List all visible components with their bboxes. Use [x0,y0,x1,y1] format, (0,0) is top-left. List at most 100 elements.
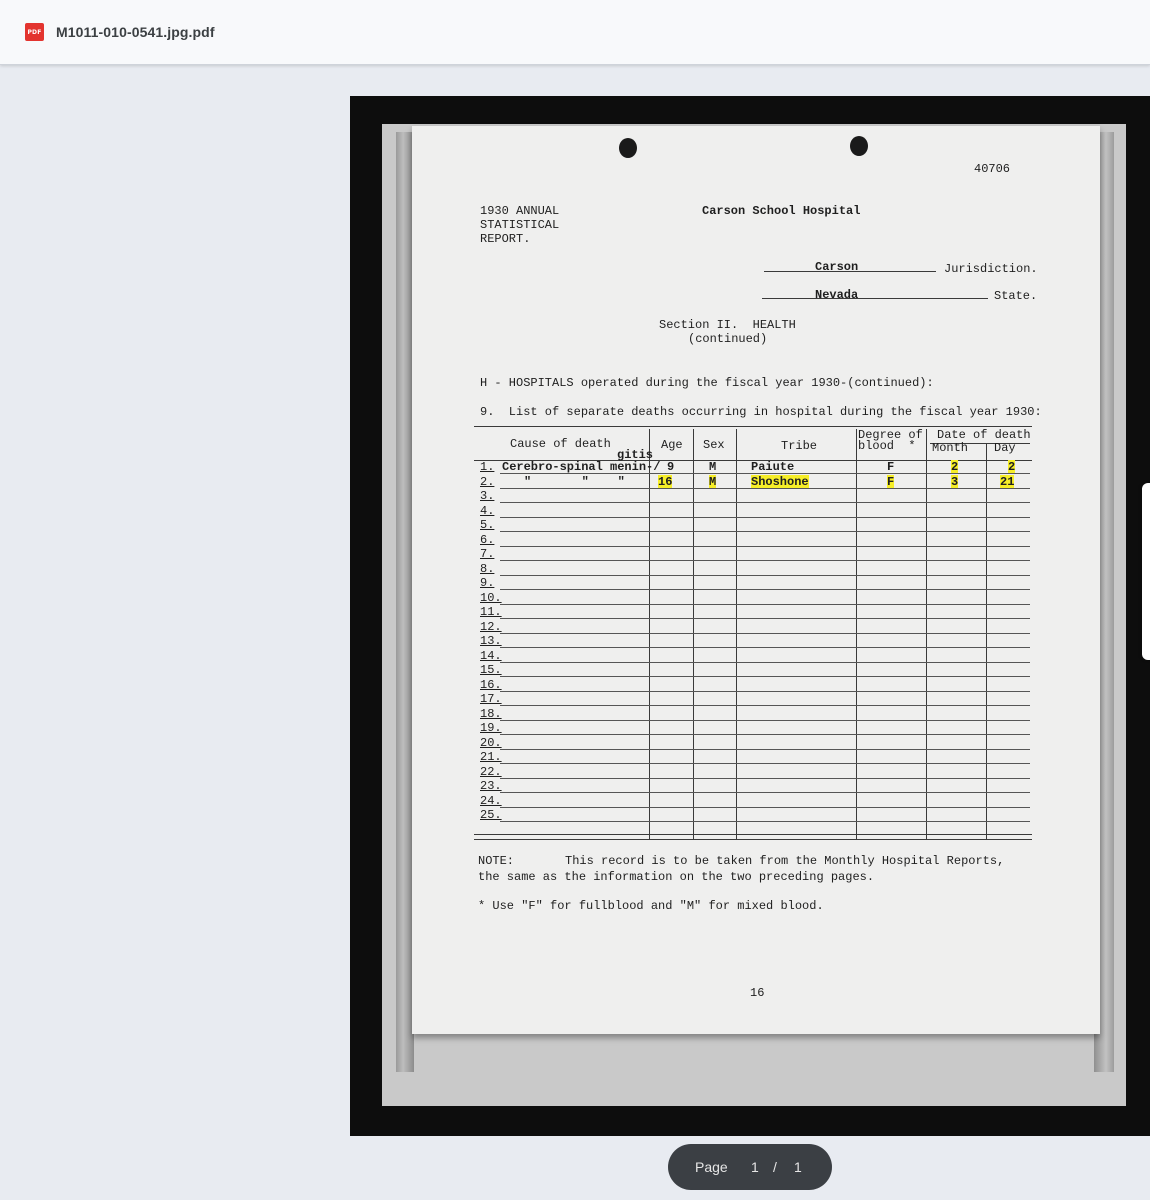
row-number: 19. [480,721,502,735]
row-rule [500,531,1030,532]
row-number: 21. [480,750,502,764]
row-rule [500,719,1030,721]
row-number: 17. [480,692,502,706]
row-rule [500,603,1030,605]
header-cause: Cause of death [510,437,611,451]
page-separator: / [773,1159,777,1175]
row-number: 4. [480,503,495,518]
header-tribe: Tribe [781,439,818,453]
header-sex: Sex [703,438,725,452]
note-text: This record is to be taken from the Mont… [565,854,1005,868]
row-rule [500,763,1030,764]
viewer-toolbar: PDF M1011-010-0541.jpg.pdf [0,0,1150,65]
table-bottom-rule [474,839,1032,840]
row-rule [500,618,1030,619]
jurisdiction-value: Carson [815,260,859,274]
row-rule [500,647,1030,648]
punch-hole [619,138,637,158]
total-pages: 1 [794,1159,802,1175]
row-number: 20. [480,735,502,750]
day-cell: 2 [1008,460,1016,474]
document-number: 40706 [974,162,1011,176]
row-rule [500,676,1030,677]
sex-cell: M [709,475,717,489]
section-subheading: (continued) [688,332,768,346]
jurisdiction-label: Jurisdiction. [944,262,1038,276]
side-panel-tab[interactable] [1142,483,1150,660]
table-top-rule [474,426,1032,427]
document-page-image: 40706 1930 ANNUAL STATISTICAL REPORT. Ca… [350,96,1150,1136]
day-cell: 21 [1000,475,1015,489]
row-rule [500,589,1030,590]
row-rule [500,560,1030,561]
row-number: 9. [480,576,495,590]
report-title-line: STATISTICAL [480,218,560,232]
header-age: Age [661,438,683,452]
row-rule [500,748,1030,750]
month-cell: 3 [951,475,959,489]
tribe-cell: Shoshone [751,475,809,489]
row-rule [500,632,1030,634]
report-title-line: REPORT. [480,232,531,246]
row-rule [500,690,1030,692]
row-number: 3. [480,489,495,503]
row-number: 25. [480,808,502,822]
header-month: Month [932,441,969,455]
page-number: 16 [750,986,765,1000]
deaths-list-heading: 9. List of separate deaths occurring in … [480,405,1042,419]
column-divider [986,444,987,839]
file-name-title: M1011-010-0541.jpg.pdf [56,24,215,40]
header-date: Date of death [937,428,1031,442]
row-rule [500,821,1030,822]
row-number: 10. [480,590,502,605]
row-number: 13. [480,634,502,648]
row-number: 11. [480,605,502,619]
row-number: 22. [480,764,502,779]
row-rule [500,516,1030,518]
age-cell: 16 [658,475,673,489]
row-rule [500,777,1030,779]
row-rule [500,705,1030,706]
cause-of-death-cell: Cerebro-spinal menin-/ [502,460,661,474]
row-number: 12. [480,619,502,634]
row-rule [500,734,1030,735]
row-number: 15. [480,663,502,677]
row-number: 18. [480,706,502,721]
row-number: 23. [480,779,502,793]
current-page[interactable]: 1 [751,1159,759,1175]
footnote: * Use "F" for fullblood and "M" for mixe… [478,899,824,913]
age-cell: 9 [667,460,675,474]
row-number: 16. [480,677,502,692]
section-heading: Section II. HEALTH [659,318,796,332]
report-title-line: 1930 ANNUAL [480,204,560,218]
tribe-cell: Paiute [751,460,795,474]
degree-cell: F [887,460,895,474]
row-number: 8. [480,561,495,576]
note-text: the same as the information on the two p… [478,870,875,884]
state-underline [762,298,988,299]
row-rule [500,502,1030,503]
page-indicator: Page 1 / 1 [668,1144,832,1190]
sex-cell: M [709,460,717,474]
month-cell: 2 [951,460,959,474]
header-day: Day [994,441,1016,455]
header-degree: blood * [858,439,916,453]
row-number: 2. [480,475,495,489]
hospital-name: Carson School Hospital [702,204,861,218]
row-rule [500,661,1030,663]
table-bottom-rule [474,834,1032,835]
row-number: 14. [480,648,502,663]
row-rule [500,806,1030,808]
row-rule [500,792,1030,793]
state-label: State. [994,289,1038,303]
row-number: 7. [480,547,495,561]
row-rule [500,545,1030,547]
typed-report-sheet: 40706 1930 ANNUAL STATISTICAL REPORT. Ca… [412,126,1100,1034]
pdf-file-icon: PDF [25,23,44,41]
hospitals-heading: H - HOSPITALS operated during the fiscal… [480,376,934,390]
row-rule [500,488,1030,489]
row-number: 1. [480,460,495,474]
row-number: 24. [480,793,502,808]
degree-cell: F [887,475,895,489]
page-label: Page [695,1159,728,1175]
